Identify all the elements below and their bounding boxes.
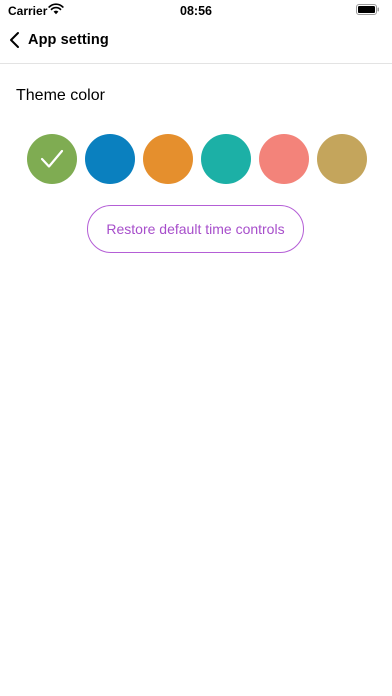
battery-icon	[356, 4, 379, 15]
color-swatch-4[interactable]	[201, 134, 251, 184]
theme-color-heading: Theme color	[16, 87, 105, 104]
back-button[interactable]: App setting	[6, 25, 109, 55]
color-swatch-5[interactable]	[259, 134, 309, 184]
page-title: App setting	[28, 32, 109, 48]
color-swatch-3[interactable]	[143, 134, 193, 184]
status-time: 08:56	[180, 4, 212, 18]
chevron-left-icon	[10, 32, 19, 48]
color-swatch-6[interactable]	[317, 134, 367, 184]
color-swatch-2[interactable]	[85, 134, 135, 184]
theme-color-swatches	[27, 134, 367, 184]
restore-default-time-controls-button[interactable]: Restore default time controls	[87, 205, 304, 253]
navigation-bar: App setting	[0, 22, 392, 64]
status-bar: Carrier 08:56	[0, 0, 392, 22]
color-swatch-1[interactable]	[27, 134, 77, 184]
checkmark-icon	[40, 149, 64, 168]
